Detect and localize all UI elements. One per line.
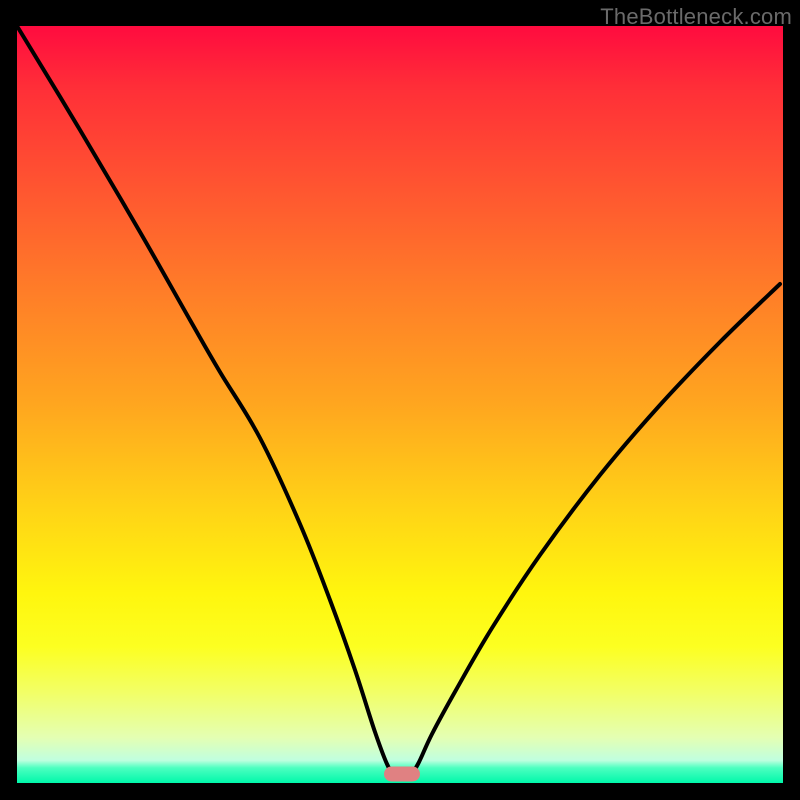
chart-frame: TheBottleneck.com	[0, 0, 800, 800]
optimal-point-marker	[384, 767, 420, 782]
bottleneck-curve	[17, 26, 783, 783]
watermark-text: TheBottleneck.com	[600, 4, 792, 30]
